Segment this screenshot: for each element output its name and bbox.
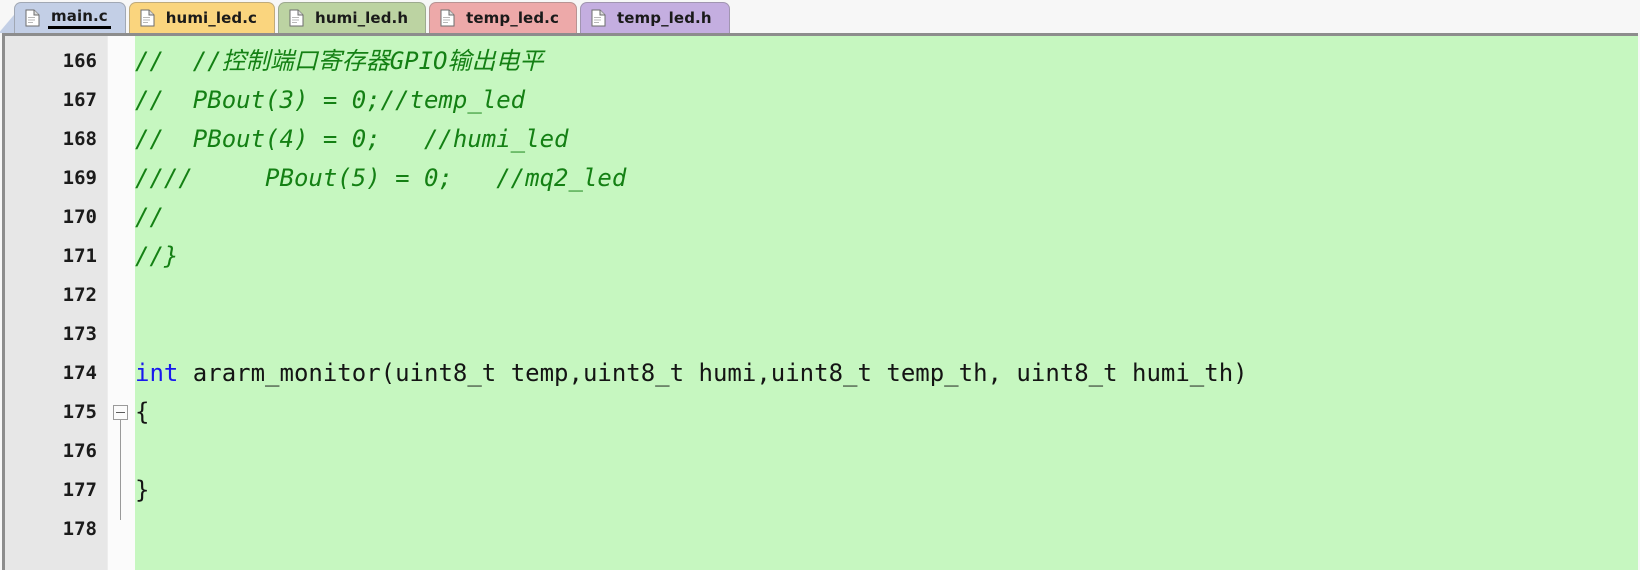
- code-line-text[interactable]: // //控制端口寄存器GPIO输出电平: [135, 42, 544, 81]
- line-number: 170: [62, 206, 97, 228]
- line-number: 171: [62, 245, 97, 267]
- code-line-text[interactable]: // PBout(4) = 0; //humi_led: [135, 120, 568, 159]
- code-editor[interactable]: 166 // //控制端口寄存器GPIO输出电平 167 // PBout(3) = …: [2, 33, 1638, 570]
- file-page-icon: [440, 9, 455, 27]
- editor-tab-humi-led-c[interactable]: humi_led.c: [128, 2, 276, 33]
- editor-tab-label: temp_led.c: [466, 9, 559, 27]
- editor-tab-label: main.c: [48, 7, 111, 29]
- file-page-icon: [25, 9, 40, 27]
- code-fold-toggle-icon[interactable]: [113, 405, 128, 420]
- file-page-icon: [140, 9, 155, 27]
- code-line-text[interactable]: //// PBout(5) = 0; //mq2_led: [135, 159, 626, 198]
- line-number: 178: [62, 518, 97, 540]
- line-number: 174: [62, 362, 97, 384]
- code-editor-viewport[interactable]: 166 // //控制端口寄存器GPIO输出电平 167 // PBout(3) = …: [5, 36, 1638, 570]
- editor-tab-bar: main.c humi_led.c humi_led.h temp_led.c temp…: [0, 0, 1640, 33]
- line-number: 173: [62, 323, 97, 345]
- tabs-container: main.c humi_led.c humi_led.h temp_led.c temp…: [14, 2, 733, 33]
- code-line-text[interactable]: //}: [135, 237, 178, 276]
- code-line-remainder: ararm_monitor(uint8_t temp,uint8_t humi,…: [178, 359, 1248, 387]
- code-fold-guide-line: [120, 420, 121, 520]
- editor-tab-temp-led-h[interactable]: temp_led.h: [579, 2, 730, 33]
- editor-tab-temp-led-c[interactable]: temp_led.c: [429, 2, 577, 33]
- line-number: 169: [62, 167, 97, 189]
- code-editor-window: main.c humi_led.c humi_led.h temp_led.c temp…: [0, 0, 1640, 570]
- editor-tab-humi-led-h[interactable]: humi_led.h: [278, 2, 427, 33]
- file-page-icon: [591, 9, 606, 27]
- code-line-text[interactable]: }: [135, 471, 149, 510]
- line-number: 166: [62, 50, 97, 72]
- line-number: 168: [62, 128, 97, 150]
- line-number: 172: [62, 284, 97, 306]
- code-line-text[interactable]: // PBout(3) = 0;//temp_led: [135, 81, 525, 120]
- editor-tab-label: temp_led.h: [616, 9, 712, 27]
- line-number: 167: [62, 89, 97, 111]
- line-number: 175: [62, 401, 97, 423]
- line-number: 176: [62, 440, 97, 462]
- code-folding-strip[interactable]: [107, 36, 135, 570]
- code-line-text[interactable]: {: [135, 393, 149, 432]
- file-page-icon: [289, 9, 304, 27]
- code-line-text[interactable]: int ararm_monitor(uint8_t temp,uint8_t h…: [135, 354, 1248, 393]
- line-number: 177: [62, 479, 97, 501]
- editor-tab-label: humi_led.c: [165, 9, 258, 27]
- code-keyword: int: [135, 359, 179, 387]
- code-line-text[interactable]: //: [135, 198, 164, 237]
- editor-tab-label: humi_led.h: [315, 9, 409, 27]
- editor-tab-main-c[interactable]: main.c: [14, 2, 126, 33]
